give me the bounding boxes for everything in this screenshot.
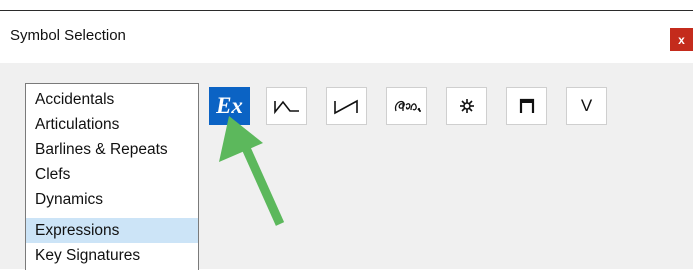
pedal-icon (394, 100, 421, 112)
list-item-expressions[interactable]: Expressions (26, 218, 198, 243)
line-up-button[interactable] (326, 87, 367, 125)
list-item-accidentals[interactable]: Accidentals (26, 87, 198, 112)
v-button[interactable]: V (566, 87, 607, 125)
list-item-barlines-repeats[interactable]: Barlines & Repeats (26, 137, 198, 162)
line-up-icon (333, 99, 358, 115)
pedal-release-icon (459, 99, 474, 113)
list-item-clefs[interactable]: Clefs (26, 162, 198, 187)
list-item-key-signatures[interactable]: Key Signatures (26, 243, 198, 268)
line-down-icon (273, 100, 299, 115)
expression-button[interactable]: Ex (209, 87, 250, 125)
v-icon: V (580, 96, 593, 115)
bracket-icon (519, 98, 534, 113)
list-item-articulations[interactable]: Articulations (26, 112, 198, 137)
bracket-button[interactable] (506, 87, 547, 125)
line-down-button[interactable] (266, 87, 307, 125)
close-button[interactable]: x (670, 28, 693, 51)
list-item-dynamics[interactable]: Dynamics (26, 187, 198, 212)
dialog-title: Symbol Selection (10, 27, 126, 44)
pedal-release-button[interactable] (446, 87, 487, 125)
expression-icon: Ex (216, 93, 243, 118)
pedal-button[interactable] (386, 87, 427, 125)
category-list[interactable]: Accidentals Articulations Barlines & Rep… (25, 83, 199, 270)
